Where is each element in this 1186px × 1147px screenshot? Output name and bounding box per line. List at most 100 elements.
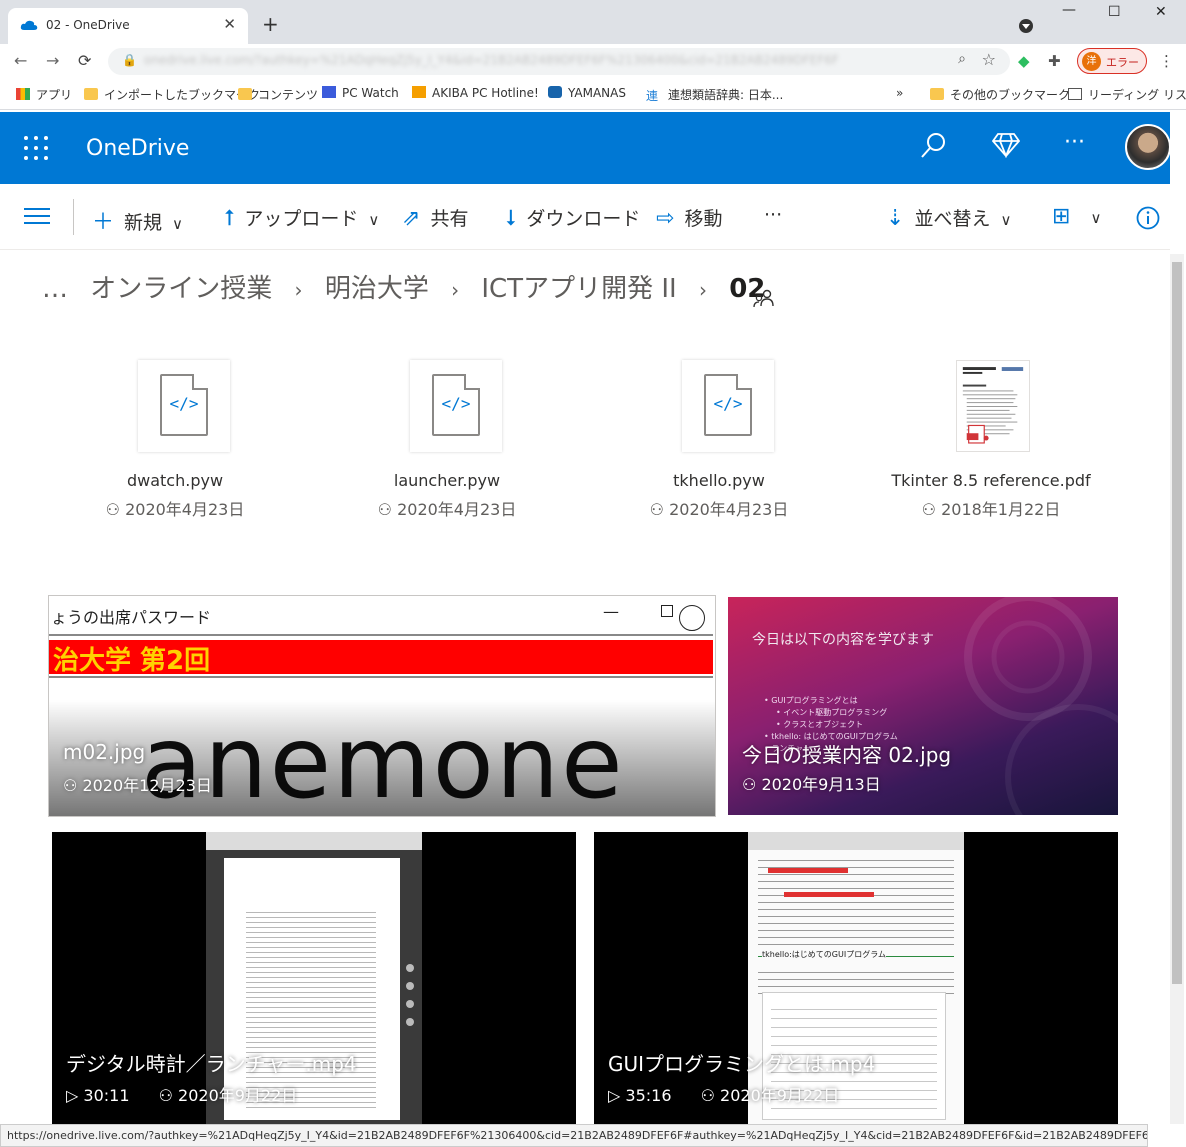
forward-button[interactable]: → [46, 51, 59, 70]
download-arrow-icon: ⭣ [506, 206, 517, 231]
browser-menu-icon[interactable]: ⋮ [1159, 52, 1174, 70]
info-pane-icon[interactable] [1136, 206, 1160, 230]
maximize-button[interactable]: ☐ [1108, 4, 1121, 20]
apps-shortcut[interactable]: アプリ [16, 86, 72, 103]
file-name: tkhello.pyw [673, 471, 765, 490]
play-icon: ▷ [66, 1086, 84, 1105]
browser-window-top [206, 832, 422, 850]
chevron-down-icon: ∨ [1000, 211, 1012, 229]
shared-people-icon: ⚇ [742, 775, 762, 794]
scrollbar-thumb[interactable] [1172, 262, 1182, 984]
shared-people-icon: ⚇ [63, 776, 83, 795]
file-tile[interactable]: </> tkhello.pyw ⚇ 2020年4月23日 [604, 357, 834, 519]
window-title: ょうの出席パスワード [51, 608, 212, 627]
slide-bullet: • GUIプログラミングとは [764, 696, 858, 705]
onedrive-brand[interactable]: OneDrive [86, 136, 189, 161]
plus-icon: ＋ [92, 210, 115, 235]
move-button[interactable]: ⇨ 移動 [656, 204, 722, 231]
new-tab-button[interactable]: + [262, 12, 279, 36]
premium-diamond-icon[interactable] [992, 132, 1020, 158]
sort-icon: ⇣ [886, 206, 905, 231]
bookmark-item[interactable]: YAMANAS [548, 86, 626, 100]
address-url: onedrive.live.com/?authkey=%21ADqHeqZj5y… [144, 53, 839, 67]
video-controls [404, 892, 416, 1092]
share-button[interactable]: ⇗ 共有 [402, 204, 468, 231]
photo-meta: ⚇ 2020年9月13日 [742, 775, 881, 794]
maximize-icon [661, 605, 673, 617]
shared-people-icon [753, 289, 774, 308]
link-status-bar: https://onedrive.live.com/?authkey=%21AD… [0, 1124, 1148, 1147]
shared-people-icon: ⚇ [377, 500, 398, 519]
other-bookmarks[interactable]: その他のブックマーク [930, 86, 1070, 103]
file-meta: ⚇ 2020年4月23日 [649, 500, 789, 519]
browser-tab[interactable]: 02 - OneDrive ✕ [8, 8, 248, 44]
close-window-button[interactable]: ✕ [1155, 4, 1167, 20]
zoom-icon[interactable]: ⌕ [958, 51, 966, 67]
more-commands-button[interactable]: ··· [764, 204, 782, 226]
folder-icon [84, 88, 98, 100]
bookmark-item[interactable]: インポートしたブックマーク [84, 86, 260, 103]
bookmark-item[interactable]: PC Watch [322, 86, 399, 100]
video-card[interactable]: デジタル時計／ランチャー.mp4 ▷ 30:11 ⚇ 2020年9月22日 [52, 832, 576, 1124]
file-meta: ⚇ 2020年4月23日 [377, 500, 517, 519]
slide-title: 今日は以下の内容を学びます [752, 632, 934, 648]
profile-avatar: 洋 [1082, 52, 1101, 71]
bookmark-star-icon[interactable]: ☆ [982, 50, 996, 69]
tab-search-icon[interactable] [1019, 19, 1033, 33]
breadcrumb-item[interactable]: オンライン授業 [90, 274, 272, 304]
more-options-icon[interactable]: ··· [1064, 130, 1085, 155]
vertical-scrollbar[interactable] [1170, 254, 1184, 1124]
akiba-icon [412, 86, 426, 98]
file-tile[interactable]: Tkinter 8.5 reference.pdf ⚇ 2018年1月22日 [876, 357, 1106, 519]
browser-toolbar: ← → ⟳ 🔒 onedrive.live.com/?authkey=%21AD… [0, 44, 1186, 78]
extensions-puzzle-icon[interactable]: ✚ [1048, 52, 1061, 70]
command-divider [73, 199, 74, 235]
bookmark-item[interactable]: コンテンツ [238, 86, 318, 103]
download-button[interactable]: ⭣ ダウンロード [506, 204, 640, 231]
nav-menu-icon[interactable] [24, 208, 50, 224]
view-switcher-button[interactable]: ⊞ ∨ [1052, 204, 1101, 229]
file-thumbnail: </> [410, 360, 502, 452]
more-bookmarks-button[interactable]: » [896, 86, 903, 100]
yamanas-icon [548, 86, 562, 98]
back-button[interactable]: ← [14, 51, 27, 70]
reload-button[interactable]: ⟳ [78, 51, 91, 70]
browser-tab-strip: 02 - OneDrive ✕ + — ☐ ✕ [0, 0, 1186, 44]
breadcrumb-item[interactable]: ICTアプリ開発 II [481, 274, 676, 304]
upload-button[interactable]: ⭡ アップロード ∨ [224, 204, 379, 231]
tab-close-icon[interactable]: ✕ [223, 15, 236, 33]
code-file-icon: </> [432, 374, 480, 436]
shared-people-icon: ⚇ [158, 1086, 179, 1105]
app-launcher-icon[interactable] [24, 136, 48, 160]
bookmark-item[interactable]: AKIBA PC Hotline! [412, 86, 539, 100]
shared-people-icon: ⚇ [700, 1086, 721, 1105]
slide-bullet: • クラスとオブジェクト [776, 720, 864, 729]
photo-card[interactable]: 今日は以下の内容を学びます • GUIプログラミングとは • イベント駆動プログ… [728, 597, 1118, 815]
minimize-button[interactable]: — [1062, 2, 1076, 18]
breadcrumb-ellipsis[interactable]: … [42, 274, 68, 304]
photo-card[interactable]: ょうの出席パスワード — 治大学 第2回 anemone m02.jpg ⚇ 2… [48, 595, 716, 817]
sort-button[interactable]: ⇣ 並べ替え ∨ [886, 204, 1011, 231]
share-icon: ⇗ [402, 206, 421, 231]
bookmark-item[interactable]: 連連想類語辞典: 日本... [646, 86, 783, 103]
account-avatar[interactable] [1125, 124, 1171, 170]
profile-error-button[interactable]: 洋 エラー [1077, 48, 1147, 74]
red-highlight [784, 892, 874, 897]
breadcrumb-item[interactable]: 明治大学 [325, 274, 429, 304]
video-name: GUIプログラミングとは.mp4 [608, 1052, 876, 1076]
file-tile[interactable]: </> launcher.pyw ⚇ 2020年4月23日 [332, 357, 562, 519]
file-thumbnail: </> [682, 360, 774, 452]
onedrive-header: OneDrive ··· [0, 112, 1171, 184]
bookmarks-bar: アプリ インポートしたブックマーク コンテンツ PC Watch AKIBA P… [0, 78, 1186, 110]
evernote-extension-icon[interactable]: ◆ [1018, 52, 1030, 70]
file-name: launcher.pyw [393, 471, 501, 490]
new-button[interactable]: ＋新規 ∨ [92, 204, 183, 236]
address-bar[interactable]: 🔒 onedrive.live.com/?authkey=%21ADqHeqZj… [108, 48, 1010, 75]
video-card[interactable]: tkhello:はじめてのGUIプログラム GUIプログラミングとは.mp4 ▷… [594, 832, 1118, 1124]
pc-watch-icon [322, 86, 336, 98]
file-tile[interactable]: </> dwatch.pyw ⚇ 2020年4月23日 [60, 357, 290, 519]
banner-text: 治大学 第2回 [53, 646, 211, 676]
search-icon[interactable] [920, 132, 946, 160]
video-meta: ▷ 30:11 ⚇ 2020年9月22日 [66, 1086, 298, 1105]
reading-list[interactable]: リーディング リスト [1068, 86, 1186, 103]
